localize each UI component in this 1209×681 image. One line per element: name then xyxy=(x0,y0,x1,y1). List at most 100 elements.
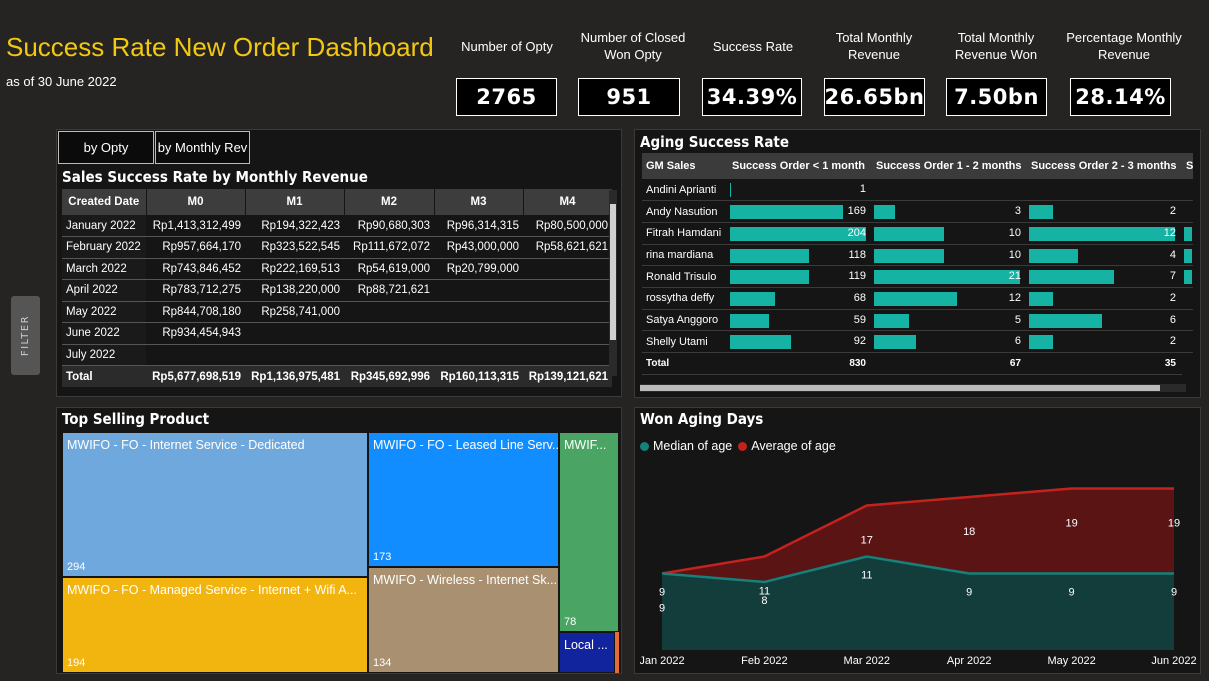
x-tick-label: Apr 2022 xyxy=(947,655,992,667)
treemap-item[interactable]: MWIFO - FO - Internet Service - Dedicate… xyxy=(62,432,368,577)
table-cell xyxy=(523,279,612,302)
table-row[interactable]: Andini Aprianti 1 xyxy=(642,179,1194,202)
col-header[interactable]: S xyxy=(1182,153,1194,179)
table-cell: Rp138,220,000 xyxy=(245,279,344,302)
table-cell: Rp90,680,303 xyxy=(344,215,434,237)
bar-cell xyxy=(1182,179,1194,202)
aging-h-scrollbar-thumb[interactable] xyxy=(640,385,1160,391)
bar-value: 1 xyxy=(859,183,866,195)
data-bar xyxy=(874,248,944,263)
data-bar xyxy=(730,183,731,197)
col-header[interactable]: M3 xyxy=(434,189,524,215)
kpi-label-total-revenue: Total Monthly Revenue xyxy=(835,30,913,62)
bar-value: 118 xyxy=(848,248,866,261)
bar-cell xyxy=(872,179,1027,202)
table-cell: Rp957,664,170 xyxy=(146,236,245,259)
total-cell: Rp1,136,975,481 xyxy=(245,365,344,387)
total-cell: Total xyxy=(62,365,146,387)
treemap-item[interactable]: MWIFO - FO - Managed Service - Internet … xyxy=(62,577,368,673)
x-tick-label: Jan 2022 xyxy=(640,655,685,667)
bar-value: 59 xyxy=(853,313,866,326)
table-row[interactable]: Satya Anggoro 59 5 6 xyxy=(642,309,1194,332)
treemap-item-small[interactable] xyxy=(615,632,619,673)
bar-value: 5 xyxy=(1014,313,1021,326)
bar-cell: 6 xyxy=(872,330,1027,353)
data-bar xyxy=(730,205,843,220)
table-cell: Rp934,454,943 xyxy=(146,322,245,345)
col-header[interactable]: Success Order 2 - 3 months xyxy=(1027,153,1182,179)
gm-name: Fitrah Hamdani xyxy=(642,222,728,245)
average-data-label: 18 xyxy=(963,526,975,538)
bar-cell: 68 xyxy=(728,287,872,310)
col-header[interactable]: M0 xyxy=(146,189,246,215)
treemap-item[interactable]: MWIFO - Wireless - Internet Sk... 134 xyxy=(368,567,559,673)
col-header[interactable]: Success Order < 1 month xyxy=(728,153,872,179)
table-row[interactable]: January 2022 Rp1,413,312,499 Rp194,322,423… xyxy=(62,215,612,237)
table-row[interactable]: Fitrah Hamdani 204 10 12 xyxy=(642,222,1194,245)
table-row[interactable]: May 2022 Rp844,708,180 Rp258,741,000 xyxy=(62,301,612,323)
table-row[interactable]: February 2022 Rp957,664,170 Rp323,522,545 R… xyxy=(62,236,612,259)
treemap-item[interactable]: Local ... xyxy=(559,632,615,673)
bar-cell: 2 xyxy=(1027,330,1182,353)
bar-cell: 4 xyxy=(1027,244,1182,267)
sales-table: Created Date M0 M1 M2 M3 M4 January 2022… xyxy=(62,189,613,387)
won-aging-chart: 911171819 1998119 9 9Jan 2022 Feb 2022 Mar 20… xyxy=(640,487,1197,667)
bar-value: 3 xyxy=(1014,205,1021,218)
filter-pane-toggle[interactable]: FILTER xyxy=(11,296,40,375)
bar-cell xyxy=(1182,287,1194,310)
table-cell: Rp844,708,180 xyxy=(146,301,245,323)
table-cell xyxy=(245,344,344,366)
tab-by-opty[interactable]: by Opty xyxy=(58,131,154,164)
table-cell: Rp88,721,621 xyxy=(344,279,434,302)
average-data-label: 19 xyxy=(1168,518,1180,530)
bar-value: 12 xyxy=(1163,226,1176,239)
table-cell: Rp20,799,000 xyxy=(434,258,523,280)
bar-cell: 2 xyxy=(1027,200,1182,223)
data-bar xyxy=(874,313,909,328)
tab-by-monthly-rev[interactable]: by Monthly Rev xyxy=(155,131,250,164)
table-cell: Rp222,169,513 xyxy=(245,258,344,280)
col-header[interactable]: M2 xyxy=(344,189,435,215)
table-row[interactable]: Shelly Utami 92 6 2 xyxy=(642,330,1194,353)
table-row[interactable]: Andy Nasution 169 3 2 xyxy=(642,200,1194,223)
table-cell: Rp111,672,072 xyxy=(344,236,434,259)
sales-scrollbar-thumb[interactable] xyxy=(610,204,616,340)
table-cell xyxy=(344,322,434,345)
treemap-label: MWIFO - FO - Leased Line Serv... xyxy=(373,438,559,452)
x-tick-label: May 2022 xyxy=(1047,655,1095,667)
table-cell: Rp783,712,275 xyxy=(146,279,245,302)
sales-scrollbar[interactable] xyxy=(609,190,617,376)
treemap-item[interactable]: MWIF... 78 xyxy=(559,432,619,632)
col-header[interactable]: Created Date xyxy=(62,189,147,215)
table-row[interactable]: rina mardiana 118 10 4 xyxy=(642,244,1194,267)
total-row: Total 830 67 35 xyxy=(642,352,1193,375)
table-cell: Rp323,522,545 xyxy=(245,236,344,259)
table-row[interactable]: Ronald Trisulo 119 21 7 xyxy=(642,265,1194,288)
table-cell xyxy=(146,344,245,366)
col-header[interactable]: M1 xyxy=(245,189,345,215)
table-row[interactable]: rossytha deffy 68 12 2 xyxy=(642,287,1194,310)
bar-value: 68 xyxy=(853,291,866,304)
col-header[interactable]: GM Sales xyxy=(642,153,728,179)
chart-legend: Median of age Average of age xyxy=(640,439,836,453)
bar-value: 204 xyxy=(847,226,866,239)
table-row[interactable]: March 2022 Rp743,846,452 Rp222,169,513 Rp54… xyxy=(62,258,612,280)
table-row[interactable]: June 2022 Rp934,454,943 xyxy=(62,322,612,345)
median-data-label: 9 xyxy=(966,587,972,599)
table-cell xyxy=(434,322,523,345)
col-header[interactable]: Success Order 1 - 2 months xyxy=(872,153,1027,179)
col-header[interactable]: M4 xyxy=(523,189,613,215)
bar-value: 92 xyxy=(853,335,866,348)
total-cell: 67 xyxy=(872,352,1027,375)
table-row[interactable]: July 2022 xyxy=(62,344,612,366)
table-cell: Rp258,741,000 xyxy=(245,301,344,323)
data-bar xyxy=(1029,248,1078,263)
data-bar xyxy=(1184,270,1192,285)
legend-label-median: Median of age xyxy=(653,439,733,453)
table-row[interactable]: April 2022 Rp783,712,275 Rp138,220,000 Rp88… xyxy=(62,279,612,302)
data-bar xyxy=(730,270,810,285)
treemap-item[interactable]: MWIFO - FO - Leased Line Serv... 173 xyxy=(368,432,559,567)
aging-h-scrollbar[interactable] xyxy=(640,384,1186,392)
gm-name: Satya Anggoro xyxy=(642,309,728,332)
data-bar xyxy=(1029,226,1175,241)
